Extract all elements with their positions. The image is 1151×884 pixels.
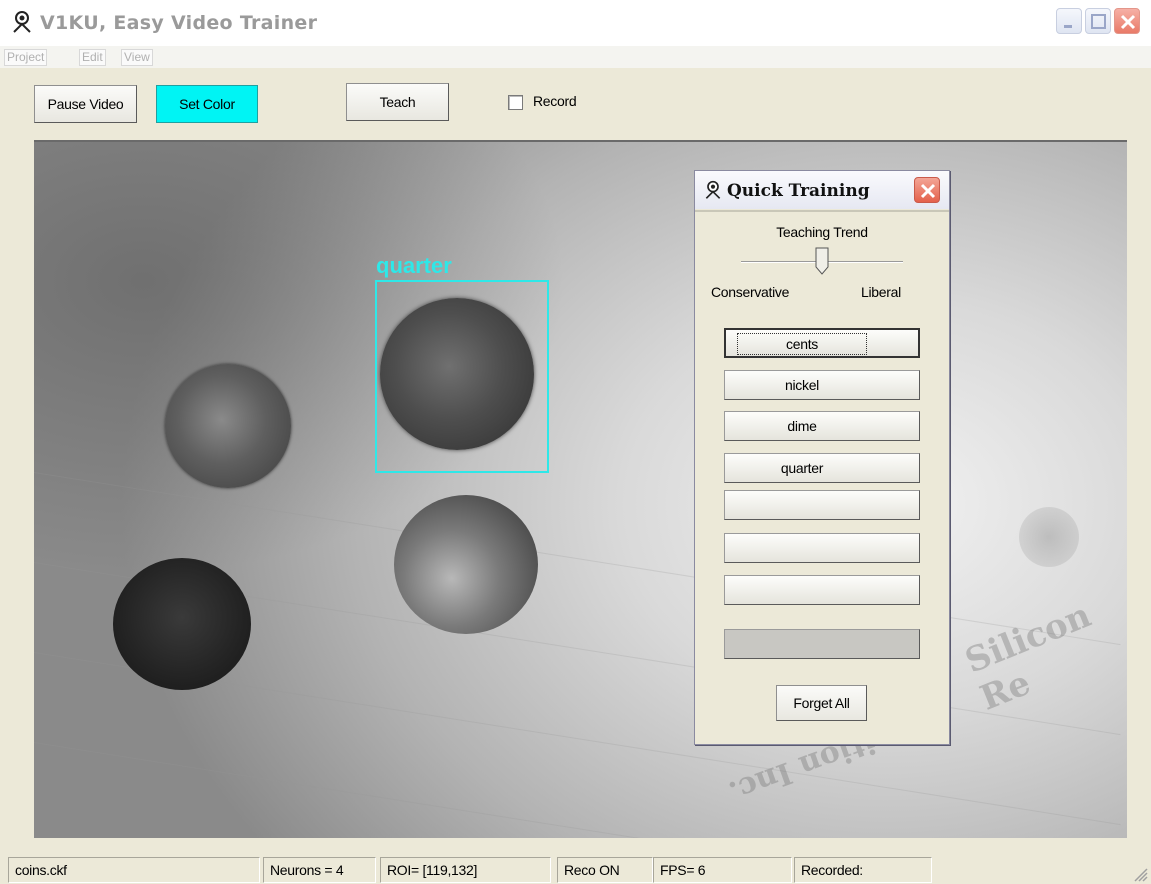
coin-nickel: [394, 495, 538, 634]
minimize-button[interactable]: [1056, 8, 1082, 34]
dialog-close-button[interactable]: [914, 177, 940, 203]
title-bar[interactable]: V1KU, Easy Video Trainer: [0, 0, 1151, 46]
status-file: coins.ckf: [8, 857, 260, 883]
pause-video-button[interactable]: Pause Video: [34, 85, 137, 123]
roi-box[interactable]: [375, 280, 549, 473]
teaching-trend-label: Teaching Trend: [776, 224, 868, 240]
category-button-nickel[interactable]: nickel: [724, 370, 920, 400]
category-button-quarter[interactable]: quarter: [724, 453, 920, 483]
slider-right-label: Liberal: [861, 284, 901, 300]
record-checkbox[interactable]: [508, 95, 523, 110]
category-button-dime[interactable]: dime: [724, 411, 920, 441]
coin-cent: [113, 558, 251, 690]
forget-all-button[interactable]: Forget All: [776, 685, 867, 721]
category-label: cents: [737, 333, 867, 355]
app-logo-icon: [13, 11, 31, 33]
category-button-empty[interactable]: [724, 490, 920, 520]
close-icon: [920, 183, 936, 199]
minimize-icon: [1064, 25, 1072, 28]
app-logo-icon: [705, 180, 721, 199]
coin-dime: [165, 364, 291, 488]
status-fps: FPS= 6: [653, 857, 792, 883]
record-label[interactable]: Record: [533, 93, 577, 109]
slider-thumb[interactable]: [815, 247, 829, 275]
status-neurons: Neurons = 4: [263, 857, 376, 883]
dialog-title: Quick Training: [727, 181, 870, 201]
category-button-cents[interactable]: cents: [724, 328, 920, 358]
menu-bar: Project Edit View: [0, 46, 1151, 68]
window-title: V1KU, Easy Video Trainer: [40, 12, 318, 34]
menu-project[interactable]: Project: [4, 49, 48, 66]
maximize-button[interactable]: [1085, 8, 1111, 34]
set-color-button[interactable]: Set Color: [156, 85, 258, 123]
menu-edit[interactable]: Edit: [79, 49, 106, 66]
teach-button[interactable]: Teach: [346, 83, 449, 121]
close-button[interactable]: [1114, 8, 1140, 34]
dialog-title-bar[interactable]: Quick Training: [695, 171, 949, 209]
category-input-field[interactable]: [724, 629, 920, 659]
slider-left-label: Conservative: [711, 284, 790, 300]
quick-training-dialog: Quick Training Teaching Trend Conservati…: [694, 170, 950, 745]
video-feed[interactable]: Silicon Re gnition Inc. quarter: [34, 140, 1127, 838]
maximize-icon: [1091, 14, 1106, 29]
main-window: V1KU, Easy Video Trainer Project Edit Vi…: [0, 0, 1151, 884]
video-shading: [34, 142, 1127, 838]
status-roi: ROI= [119,132]: [380, 857, 551, 883]
status-reco: Reco ON: [557, 857, 653, 883]
category-button-empty[interactable]: [724, 533, 920, 563]
close-icon: [1120, 14, 1136, 30]
roi-label: quarter: [376, 253, 452, 278]
coin-shadow: [1019, 507, 1079, 567]
category-button-empty[interactable]: [724, 575, 920, 605]
resize-grip-icon[interactable]: [1130, 864, 1148, 882]
status-recorded: Recorded:: [794, 857, 932, 883]
status-bar: coins.ckf Neurons = 4 ROI= [119,132] Rec…: [0, 852, 1151, 884]
menu-view[interactable]: View: [121, 49, 153, 66]
dialog-separator: [695, 210, 949, 212]
